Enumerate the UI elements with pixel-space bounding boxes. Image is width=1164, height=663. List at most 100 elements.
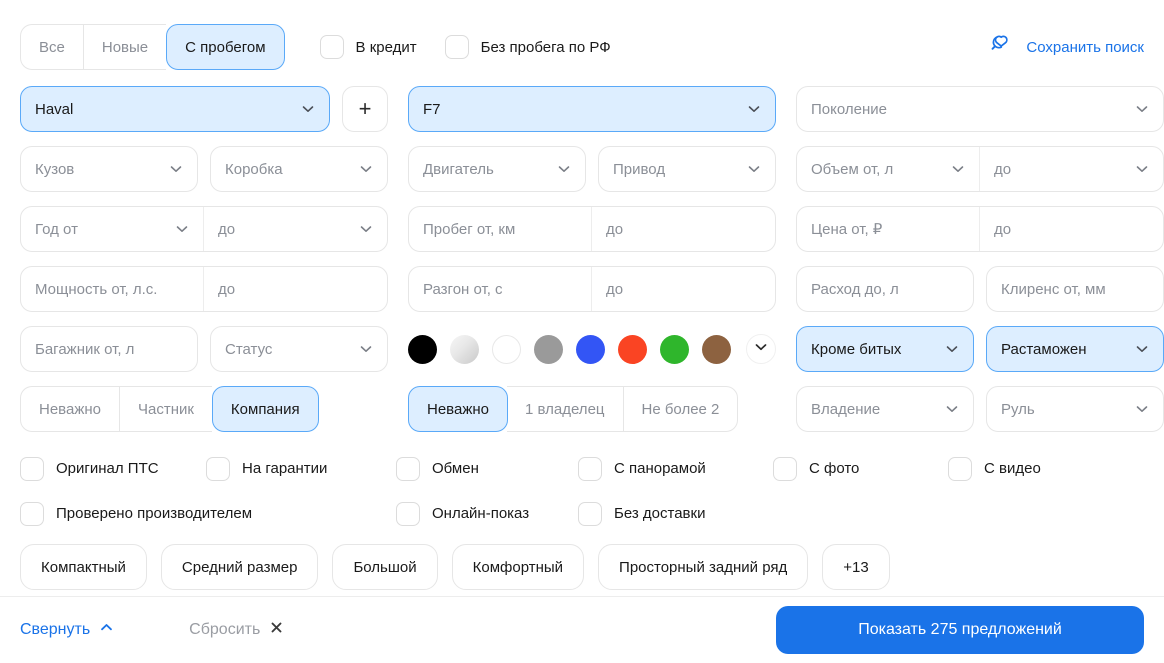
checkbox-label: Проверено производителем — [56, 505, 253, 522]
transmission-select[interactable]: Коробка — [210, 146, 388, 192]
row-body-engine-volume: Кузов Коробка Двигатель Привод Объем от,… — [20, 146, 1164, 192]
tag-chip-compact[interactable]: Компактный — [20, 544, 147, 590]
power-to-input[interactable]: до — [204, 267, 387, 311]
owners-tab-any[interactable]: Неважно — [408, 386, 508, 432]
tag-chip-large[interactable]: Большой — [332, 544, 438, 590]
acceleration-group: Разгон от, с до — [408, 266, 776, 312]
condition-tab-all[interactable]: Все — [20, 24, 83, 70]
chevron-down-icon — [359, 342, 373, 356]
customs-select[interactable]: Растаможен — [986, 326, 1164, 372]
seller-tab-private[interactable]: Частник — [118, 386, 212, 432]
reset-button[interactable]: Сбросить — [189, 620, 284, 640]
volume-from-placeholder: Объем от, л — [811, 160, 894, 178]
tag-chip-comfortable[interactable]: Комфортный — [451, 544, 585, 590]
model-value: F7 — [423, 100, 441, 118]
damage-value: Кроме битых — [811, 340, 902, 358]
save-search-label: Сохранить поиск — [1026, 38, 1144, 56]
engine-select[interactable]: Двигатель — [408, 146, 586, 192]
checkbox-panorama[interactable]: С панорамой — [578, 456, 773, 481]
damage-select[interactable]: Кроме битых — [796, 326, 974, 372]
checkbox-label: С панорамой — [614, 460, 706, 477]
trunk-input[interactable]: Багажник от, л — [20, 326, 198, 372]
tag-chip-spacious-rear[interactable]: Просторный задний ряд — [598, 544, 809, 590]
checkbox-box — [578, 501, 602, 526]
checkbox-original-pts[interactable]: Оригинал ПТС — [20, 456, 206, 481]
drive-select[interactable]: Привод — [598, 146, 776, 192]
checkbox-no-mileage-rf[interactable]: Без пробега по РФ — [444, 35, 611, 59]
submit-search-button[interactable]: Показать 275 предложений — [776, 606, 1144, 654]
checkbox-warranty[interactable]: На гарантии — [206, 456, 396, 481]
tag-chip-mid-size[interactable]: Средний размер — [160, 544, 319, 590]
checkbox-no-delivery[interactable]: Без доставки — [578, 501, 1144, 526]
collapse-label: Свернуть — [20, 621, 91, 638]
owners-tab-max-two[interactable]: Не более 2 — [622, 386, 739, 432]
brand-value: Haval — [35, 100, 74, 118]
clearance-input[interactable]: Клиренс от, мм — [986, 266, 1164, 312]
model-select[interactable]: F7 — [408, 86, 776, 132]
price-to-input[interactable]: до — [980, 207, 1163, 251]
checkbox-label: С видео — [984, 460, 1041, 477]
clearance-placeholder: Клиренс от, мм — [1001, 280, 1106, 298]
checkbox-online-viewing[interactable]: Онлайн-показ — [396, 501, 578, 526]
engine-drive-group: Двигатель Привод — [408, 146, 776, 192]
drive-placeholder: Привод — [613, 160, 666, 178]
ownership-select[interactable]: Владение — [796, 386, 974, 432]
checkbox-label: Онлайн-показ — [432, 505, 530, 522]
price-from-input[interactable]: Цена от, ₽ — [797, 207, 980, 251]
row-seller-owners-ownership: Неважно Частник Компания Неважно 1 владе… — [20, 386, 1164, 432]
color-swatch-blue[interactable] — [576, 334, 605, 364]
status-placeholder: Статус — [225, 340, 273, 358]
checkbox-with-video[interactable]: С видео — [948, 456, 1144, 481]
color-swatch-red[interactable] — [618, 334, 647, 364]
mileage-from-input[interactable]: Пробег от, км — [409, 207, 592, 251]
acceleration-from-input[interactable]: Разгон от, с — [409, 267, 592, 311]
seller-tab-company[interactable]: Компания — [211, 386, 319, 432]
volume-from-select[interactable]: Объем от, л — [797, 147, 980, 191]
top-checkbox-group: В кредит Без пробега по РФ — [319, 35, 611, 59]
color-more-button[interactable] — [746, 334, 776, 364]
feature-checkbox-row-2: Проверено производителем Онлайн-показ Бе… — [20, 491, 1144, 536]
status-select[interactable]: Статус — [210, 326, 388, 372]
body-type-placeholder: Кузов — [35, 160, 75, 178]
add-brand-button[interactable]: + — [342, 86, 388, 132]
tag-chip-more[interactable]: +13 — [822, 544, 890, 590]
chevron-down-icon — [359, 162, 373, 176]
owners-tab-one[interactable]: 1 владелец — [506, 386, 623, 432]
mileage-to-input[interactable]: до — [592, 207, 775, 251]
checkbox-box — [206, 456, 230, 481]
collapse-button[interactable]: Свернуть — [20, 620, 114, 640]
color-swatch-green[interactable] — [660, 334, 689, 364]
wheel-select[interactable]: Руль — [986, 386, 1164, 432]
condition-tab-used[interactable]: С пробегом — [166, 24, 285, 70]
footer-bar: Свернуть Сбросить Показать 275 предложен… — [0, 596, 1164, 663]
chevron-down-icon — [359, 222, 373, 236]
condition-tab-new[interactable]: Новые — [82, 24, 167, 70]
power-to-placeholder: до — [218, 280, 236, 298]
body-type-select[interactable]: Кузов — [20, 146, 198, 192]
checkbox-box — [444, 35, 469, 59]
volume-to-select[interactable]: до — [980, 147, 1163, 191]
checkbox-with-photo[interactable]: С фото — [773, 456, 948, 481]
save-search-button[interactable]: Сохранить поиск — [989, 33, 1144, 61]
seller-tab-any[interactable]: Неважно — [20, 386, 119, 432]
brand-select[interactable]: Haval — [20, 86, 330, 132]
acceleration-to-input[interactable]: до — [592, 267, 775, 311]
generation-select[interactable]: Поколение — [796, 86, 1164, 132]
checkbox-box — [319, 35, 344, 59]
checkbox-label: Без доставки — [614, 505, 706, 522]
year-from-select[interactable]: Год от — [21, 207, 204, 251]
year-to-select[interactable]: до — [204, 207, 387, 251]
color-swatch-white[interactable] — [492, 334, 521, 364]
checkbox-box — [773, 456, 797, 481]
year-from-placeholder: Год от — [35, 220, 78, 238]
color-swatch-silver[interactable] — [450, 334, 479, 364]
checkbox-exchange[interactable]: Обмен — [396, 456, 578, 481]
checkbox-box — [948, 456, 972, 481]
color-swatch-black[interactable] — [408, 334, 437, 364]
color-swatch-brown[interactable] — [702, 334, 731, 364]
color-swatch-gray[interactable] — [534, 334, 563, 364]
power-from-input[interactable]: Мощность от, л.с. — [21, 267, 204, 311]
checkbox-credit[interactable]: В кредит — [319, 35, 417, 59]
checkbox-manufacturer-verified[interactable]: Проверено производителем — [20, 501, 396, 526]
consumption-input[interactable]: Расход до, л — [796, 266, 974, 312]
